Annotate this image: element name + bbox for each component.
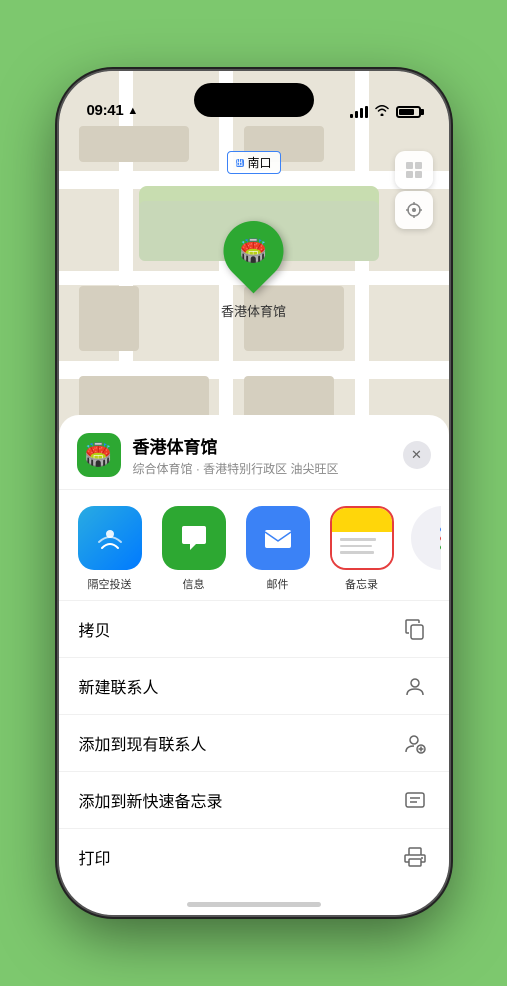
share-item-more[interactable] [411,506,441,570]
map-label-text: 南口 [247,154,271,171]
venue-pin[interactable]: 🏟️ 香港体育馆 [221,221,286,320]
signal-bar-1 [350,114,353,118]
more-icon [411,506,441,570]
copy-label: 拷贝 [79,617,111,641]
map-label: 出 南口 [226,151,280,174]
share-item-notes[interactable]: 备忘录 [327,506,397,592]
map-controls [395,151,433,229]
venue-name: 香港体育馆 [133,433,403,458]
location-icon: ▲ [127,105,138,117]
airdrop-label: 隔空投送 [88,576,132,592]
battery-icon [396,106,421,118]
home-indicator [187,902,321,907]
close-button[interactable]: ✕ [403,441,431,469]
pin-label: 香港体育馆 [221,301,286,320]
share-item-mail[interactable]: 邮件 [243,506,313,592]
status-time: 09:41 [87,102,124,119]
phone-screen: 09:41 ▲ [59,71,449,915]
action-row-new-contact[interactable]: 新建联系人 [59,657,449,714]
wifi-icon [374,104,390,119]
share-item-message[interactable]: 信息 [159,506,229,592]
location-button[interactable] [395,191,433,229]
venue-subtext: 综合体育馆 · 香港特别行政区 油尖旺区 [133,460,403,477]
action-row-print[interactable]: 打印 [59,828,449,885]
airdrop-icon [78,506,142,570]
message-label: 信息 [183,576,205,592]
venue-icon: 🏟️ [77,433,121,477]
share-row: 隔空投送 信息 [59,490,449,600]
copy-icon [401,615,429,643]
sheet-header: 🏟️ 香港体育馆 综合体育馆 · 香港特别行政区 油尖旺区 ✕ [59,415,449,490]
action-row-quick-note[interactable]: 添加到新快速备忘录 [59,771,449,828]
quick-note-label: 添加到新快速备忘录 [79,788,223,812]
signal-bar-2 [355,111,358,118]
quick-note-icon [401,786,429,814]
phone-frame: 09:41 ▲ [59,71,449,915]
signal-bars [350,106,368,118]
add-contact-icon [401,729,429,757]
mail-icon [246,506,310,570]
map-label-icon: 出 [235,159,243,167]
action-row-add-contact[interactable]: 添加到现有联系人 [59,714,449,771]
message-icon [162,506,226,570]
dynamic-island [194,83,314,117]
notes-label: 备忘录 [345,576,378,592]
mail-label: 邮件 [267,576,289,592]
print-label: 打印 [79,845,111,869]
print-icon [401,843,429,871]
notes-icon [330,506,394,570]
venue-info: 香港体育馆 综合体育馆 · 香港特别行政区 油尖旺区 [133,433,403,477]
share-item-airdrop[interactable]: 隔空投送 [75,506,145,592]
status-icons [350,104,421,119]
add-contact-label: 添加到现有联系人 [79,731,207,755]
map-type-button[interactable] [395,151,433,189]
signal-bar-3 [360,108,363,118]
new-contact-label: 新建联系人 [79,674,159,698]
signal-bar-4 [365,106,368,118]
action-row-copy[interactable]: 拷贝 [59,600,449,657]
battery-fill [399,109,414,115]
bottom-sheet: 🏟️ 香港体育馆 综合体育馆 · 香港特别行政区 油尖旺区 ✕ [59,415,449,915]
new-contact-icon [401,672,429,700]
